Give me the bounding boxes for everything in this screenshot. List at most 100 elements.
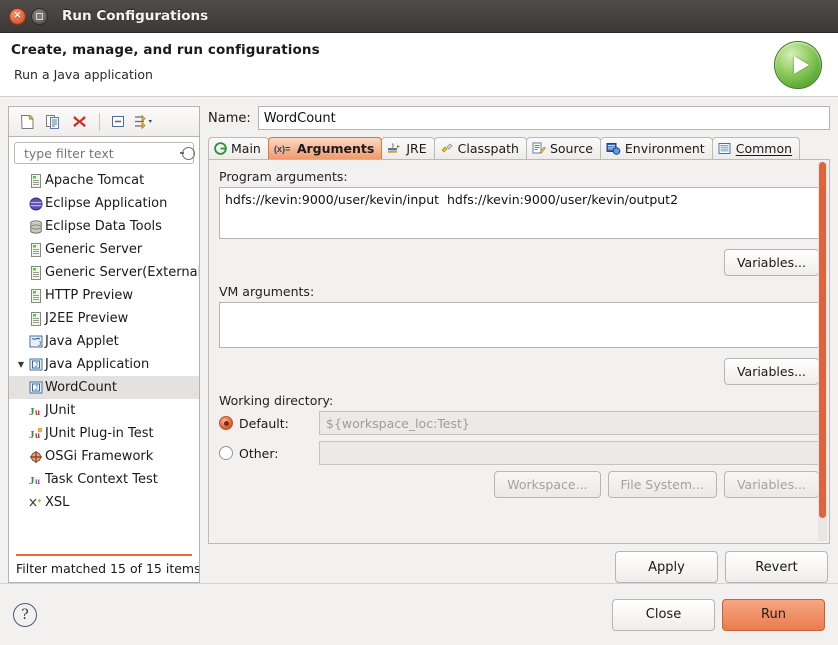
search-input[interactable] xyxy=(22,144,182,162)
tab-arguments[interactable]: (x)= Arguments xyxy=(267,137,383,159)
svg-text:J: J xyxy=(34,385,38,392)
workspace-button[interactable]: Workspace... xyxy=(494,471,601,498)
revert-button[interactable]: Revert xyxy=(725,551,828,583)
working-directory-other-input[interactable] xyxy=(319,441,819,465)
close-button[interactable]: Close xyxy=(612,598,715,631)
clear-search-icon[interactable] xyxy=(180,146,195,160)
tree-item-apache-tomcat[interactable]: Apache Tomcat xyxy=(9,169,199,192)
apply-revert-row: Apply Revert xyxy=(208,544,830,583)
tab-label: Main xyxy=(231,141,261,156)
working-directory-default-input[interactable] xyxy=(319,411,819,435)
tab-jre[interactable]: JRE xyxy=(381,137,435,159)
server-icon xyxy=(27,265,45,280)
tab-label: Common xyxy=(735,141,793,156)
working-directory-label: Working directory: xyxy=(219,393,334,408)
run-button[interactable]: Run xyxy=(722,598,825,631)
tree-item-eclipse-data-tools[interactable]: Eclipse Data Tools xyxy=(9,215,199,238)
toolbar-separator xyxy=(99,112,100,131)
java-applet-icon: J xyxy=(27,335,45,348)
tree-expander-expanded[interactable]: ▼ xyxy=(15,360,27,369)
database-icon xyxy=(27,219,45,234)
junit-icon: Ju xyxy=(27,404,45,417)
tab-panel-scrollbar[interactable] xyxy=(818,162,827,541)
tree-item-generic-server-external[interactable]: Generic Server(External Launch) xyxy=(9,261,199,284)
tab-source[interactable]: Source xyxy=(525,137,601,159)
tab-common[interactable]: Common xyxy=(711,137,801,159)
tree-item-label: HTTP Preview xyxy=(45,288,134,303)
vm-arguments-label: VM arguments: xyxy=(219,284,315,299)
tree-item-label: Task Context Test xyxy=(45,472,158,487)
tree-item-osgi-framework[interactable]: OSGi Framework xyxy=(9,445,199,468)
window-maximize-button[interactable] xyxy=(31,7,48,25)
collapse-all-icon[interactable] xyxy=(106,111,130,133)
run-play-icon xyxy=(772,39,824,91)
server-icon xyxy=(27,242,45,257)
close-icon: × xyxy=(13,10,22,21)
configuration-editor: Name: Main (x)= Arguments JRE xyxy=(208,106,830,583)
xsl-icon xyxy=(27,496,45,509)
tree-item-generic-server[interactable]: Generic Server xyxy=(9,238,199,261)
program-arguments-variables-button[interactable]: Variables... xyxy=(723,249,819,276)
program-arguments-input[interactable] xyxy=(219,187,819,239)
eclipse-icon xyxy=(27,197,45,211)
maximize-icon xyxy=(36,12,43,20)
tree-item-http-preview[interactable]: HTTP Preview xyxy=(9,284,199,307)
vm-arguments-variables-button[interactable]: Variables... xyxy=(723,358,819,385)
tab-label: Source xyxy=(549,141,593,156)
configurations-tree-container: Apache Tomcat Eclipse Application Eclips… xyxy=(8,136,200,583)
new-document-icon[interactable] xyxy=(15,111,39,133)
dialog-footer: ? Close Run xyxy=(0,583,838,645)
tree-item-java-applet[interactable]: J Java Applet xyxy=(9,330,199,353)
tree-item-label: OSGi Framework xyxy=(45,449,154,464)
tree-item-label: Generic Server xyxy=(45,242,143,257)
working-directory-default-radio[interactable] xyxy=(219,416,233,430)
tree-item-wordcount[interactable]: J WordCount xyxy=(9,376,199,399)
tree-item-task-context-test[interactable]: Ju Task Context Test xyxy=(9,468,199,491)
tab-label: JRE xyxy=(406,141,427,156)
duplicate-icon[interactable] xyxy=(41,111,65,133)
svg-text:J: J xyxy=(38,341,42,348)
program-arguments-label: Program arguments: xyxy=(219,169,348,184)
tab-classpath[interactable]: Classpath xyxy=(433,137,527,159)
tab-label: Arguments xyxy=(296,141,375,156)
search-field[interactable] xyxy=(14,142,195,164)
jre-tab-icon xyxy=(387,142,402,155)
working-directory-other-radio[interactable] xyxy=(219,446,233,460)
tree-item-junit-plugin-test[interactable]: Ju JUnit Plug-in Test xyxy=(9,422,199,445)
tree-item-eclipse-application[interactable]: Eclipse Application xyxy=(9,192,199,215)
working-directory-variables-button[interactable]: Variables... xyxy=(723,471,819,498)
main-tab-icon xyxy=(214,142,227,155)
dialog-body: Apache Tomcat Eclipse Application Eclips… xyxy=(0,98,838,583)
filter-icon[interactable] xyxy=(132,111,156,133)
vm-arguments-input[interactable] xyxy=(219,302,819,348)
server-icon xyxy=(27,288,45,303)
scrollbar-thumb[interactable] xyxy=(819,162,826,519)
apply-button[interactable]: Apply xyxy=(615,551,718,583)
server-icon xyxy=(27,173,45,188)
tab-environment[interactable]: Environment xyxy=(599,137,713,159)
tree-item-label: Java Applet xyxy=(45,334,119,349)
help-icon[interactable]: ? xyxy=(13,602,37,627)
tab-main[interactable]: Main xyxy=(208,137,269,159)
tree-item-label: J2EE Preview xyxy=(45,311,129,326)
java-application-icon: J xyxy=(27,358,45,371)
configurations-toolbar xyxy=(8,106,200,136)
tree-item-label: WordCount xyxy=(45,380,118,395)
source-tab-icon xyxy=(532,142,546,155)
file-system-button[interactable]: File System... xyxy=(607,471,717,498)
tree-item-junit[interactable]: Ju JUnit xyxy=(9,399,199,422)
tree-item-java-application[interactable]: ▼ J Java Application xyxy=(9,353,199,376)
page-title: Create, manage, and run configurations xyxy=(11,42,320,58)
tree-item-j2ee-preview[interactable]: J2EE Preview xyxy=(9,307,199,330)
name-input[interactable] xyxy=(257,106,830,130)
tree-item-xsl[interactable]: XSL xyxy=(9,491,199,514)
arguments-tab-panel: Program arguments: Variables... VM argum… xyxy=(208,159,830,544)
osgi-icon xyxy=(27,450,45,464)
program-arguments-group: Program arguments: Variables... xyxy=(219,169,819,276)
window-close-button[interactable]: × xyxy=(9,7,26,25)
tab-bar: Main (x)= Arguments JRE Classpath Source… xyxy=(208,136,830,159)
working-directory-default-row: Default: xyxy=(219,411,819,435)
tab-label: Classpath xyxy=(457,141,519,156)
configurations-tree[interactable]: Apache Tomcat Eclipse Application Eclips… xyxy=(9,168,199,550)
delete-x-icon[interactable] xyxy=(67,111,91,133)
